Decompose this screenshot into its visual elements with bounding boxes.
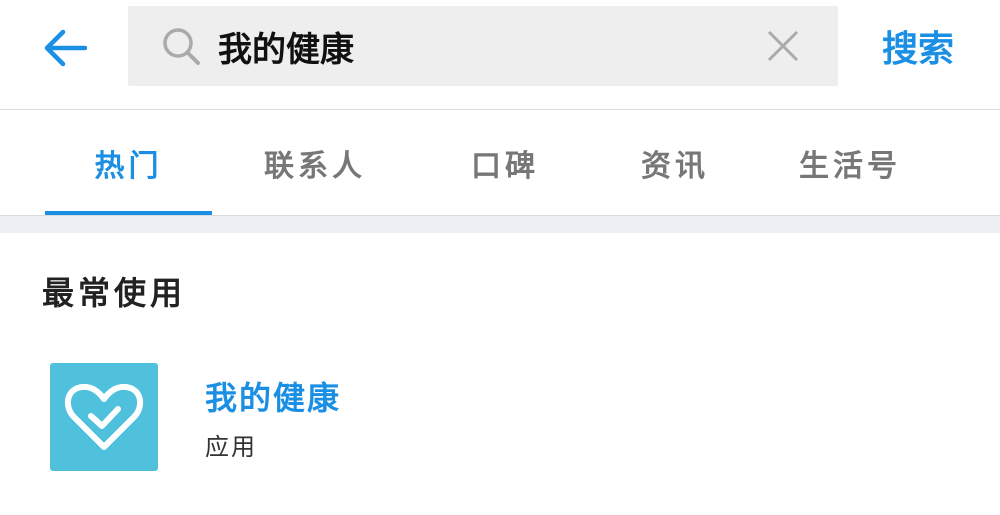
top-bar: 搜索	[0, 0, 1000, 110]
section-divider	[0, 215, 1000, 233]
section-title: 最常使用	[42, 274, 187, 312]
tab-bar: 热门 联系人 口碑 资讯 生活号	[0, 111, 1000, 216]
app-name: 我的健康	[205, 379, 342, 417]
app-type-label: 应用	[205, 433, 257, 461]
search-button[interactable]: 搜索	[868, 20, 968, 72]
tab-life-accounts[interactable]: 生活号	[765, 111, 935, 215]
tab-contacts[interactable]: 联系人	[230, 111, 400, 215]
tab-hot[interactable]: 热门	[45, 111, 212, 215]
app-icon	[50, 363, 158, 471]
search-input[interactable]	[218, 18, 738, 74]
tab-reviews[interactable]: 口碑	[420, 111, 590, 215]
result-item[interactable]: 我的健康 应用	[0, 345, 1000, 485]
heart-check-icon	[64, 383, 144, 450]
tab-news[interactable]: 资讯	[590, 111, 760, 215]
search-icon	[163, 28, 200, 65]
close-icon[interactable]	[762, 25, 804, 67]
back-button[interactable]	[38, 22, 90, 74]
back-arrow-icon	[44, 29, 87, 67]
